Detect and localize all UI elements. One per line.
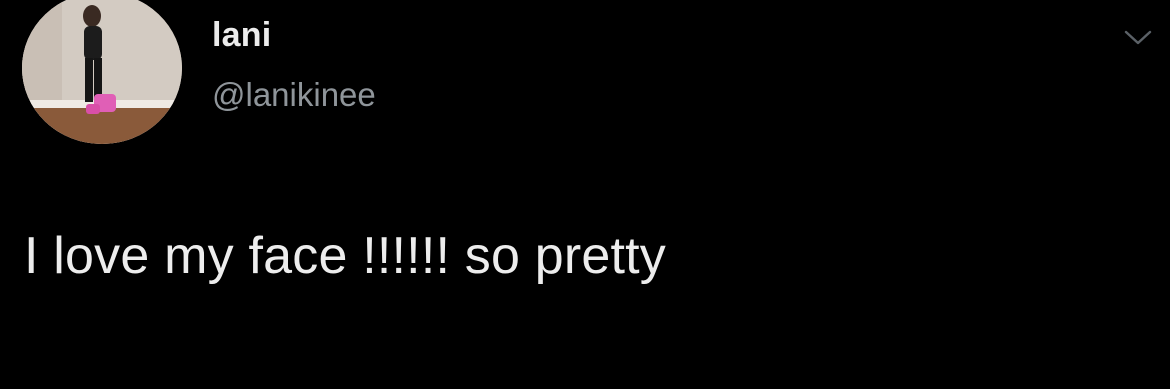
more-options-button[interactable] xyxy=(1118,22,1158,52)
tweet-card: lani @lanikinee I love my face !!!!!! so… xyxy=(0,0,1170,389)
author-display-name[interactable]: lani xyxy=(212,16,271,55)
chevron-down-icon xyxy=(1124,30,1152,45)
author-handle[interactable]: @lanikinee xyxy=(212,76,376,114)
tweet-text: I love my face !!!!!! so pretty xyxy=(24,227,666,285)
avatar[interactable] xyxy=(22,0,182,144)
avatar-photo xyxy=(22,0,182,144)
